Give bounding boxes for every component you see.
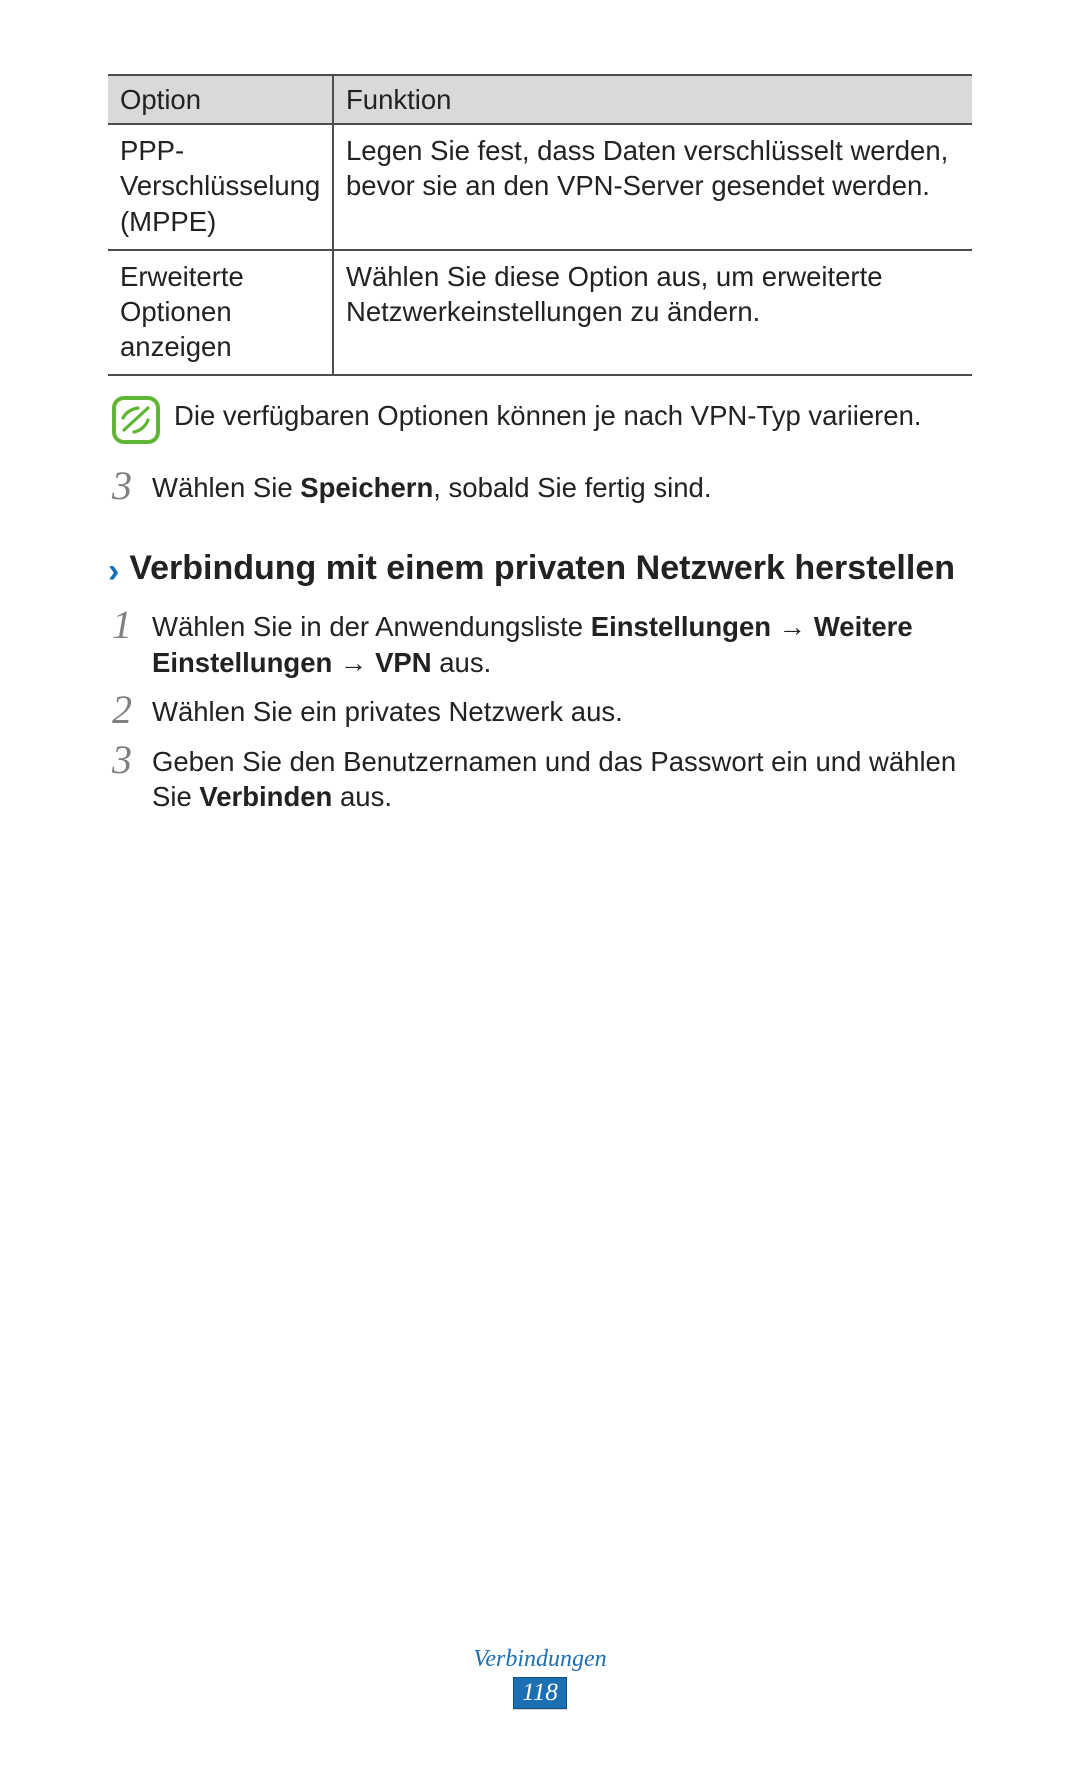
chevron-right-icon: › — [108, 552, 119, 591]
step-number: 3 — [108, 740, 136, 780]
step-body: Wählen Sie in der Anwendungsliste Einste… — [152, 609, 972, 679]
footer-section-label: Verbindungen — [0, 1646, 1080, 1673]
text-bold: Einstellungen — [591, 611, 771, 642]
page-number: 118 — [513, 1677, 567, 1709]
step-body: Geben Sie den Benutzernamen und das Pass… — [152, 744, 972, 814]
step-body: Wählen Sie Speichern, sobald Sie fertig … — [152, 470, 711, 505]
section-title: Verbindung mit einem privaten Netzwerk h… — [129, 548, 955, 588]
step-item: 3 Wählen Sie Speichern, sobald Sie ferti… — [108, 470, 972, 506]
text-fragment: , sobald Sie fertig sind. — [433, 472, 711, 503]
step-item: 3 Geben Sie den Benutzernamen und das Pa… — [108, 744, 972, 814]
table-row: Erweiterte Optionen anzeigen Wählen Sie … — [108, 250, 972, 376]
section-heading: › Verbindung mit einem privaten Netzwerk… — [108, 548, 972, 591]
text-fragment: aus. — [432, 647, 492, 678]
text-fragment: Wählen Sie in der Anwendungsliste — [152, 611, 591, 642]
step-body: Wählen Sie ein privates Netzwerk aus. — [152, 694, 623, 729]
note-icon — [112, 396, 160, 444]
step-number: 3 — [108, 466, 136, 506]
cell-option: PPP-Verschlüsselung (MPPE) — [108, 124, 333, 250]
cell-function: Wählen Sie diese Option aus, um erweiter… — [333, 250, 972, 376]
table-row: PPP-Verschlüsselung (MPPE) Legen Sie fes… — [108, 124, 972, 250]
table-header-option: Option — [108, 75, 333, 124]
table-header-function: Funktion — [333, 75, 972, 124]
arrow-text: → — [332, 647, 375, 678]
step-number: 2 — [108, 690, 136, 730]
step-item: 2 Wählen Sie ein privates Netzwerk aus. — [108, 694, 972, 730]
page-footer: Verbindungen 118 — [0, 1646, 1080, 1709]
options-table: Option Funktion PPP-Verschlüsselung (MPP… — [108, 74, 972, 376]
text-fragment: aus. — [332, 781, 392, 812]
text-bold: Speichern — [300, 472, 433, 503]
cell-option: Erweiterte Optionen anzeigen — [108, 250, 333, 376]
text-bold: VPN — [375, 647, 432, 678]
manual-page: Option Funktion PPP-Verschlüsselung (MPP… — [0, 0, 1080, 1771]
note-text: Die verfügbaren Optionen können je nach … — [174, 396, 922, 433]
step-number: 1 — [108, 605, 136, 645]
note-block: Die verfügbaren Optionen können je nach … — [108, 396, 972, 444]
text-bold: Verbinden — [199, 781, 332, 812]
text-fragment: Wählen Sie — [152, 472, 300, 503]
step-item: 1 Wählen Sie in der Anwendungsliste Eins… — [108, 609, 972, 679]
arrow-text: → — [771, 611, 814, 642]
table-header-row: Option Funktion — [108, 75, 972, 124]
cell-function: Legen Sie fest, dass Daten verschlüsselt… — [333, 124, 972, 250]
